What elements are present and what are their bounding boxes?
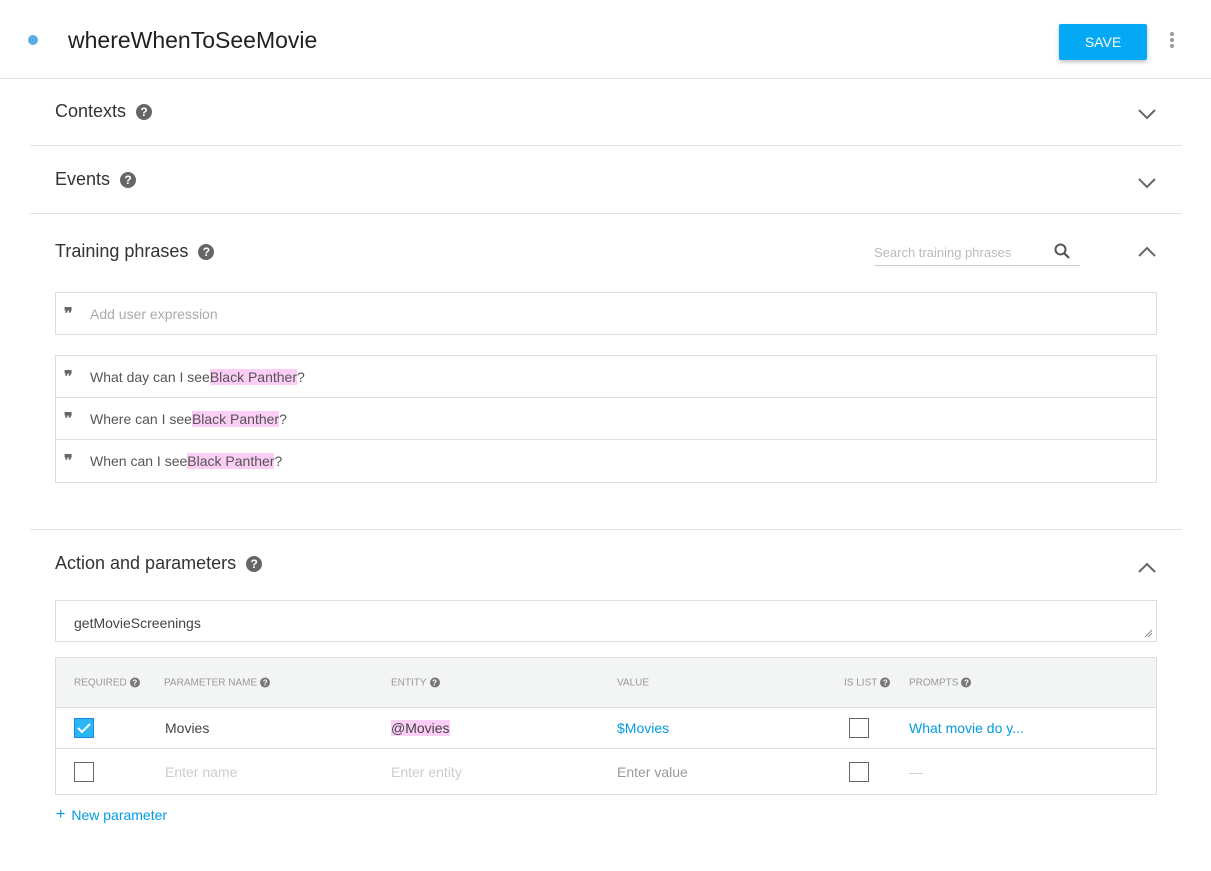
parameter-name[interactable]: Movies [165, 720, 209, 736]
chevron-up-icon[interactable] [1137, 562, 1157, 574]
action-name-value: getMovieScreenings [74, 615, 201, 631]
add-expression-input[interactable]: ❞ Add user expression [55, 292, 1157, 335]
col-parameter-name: PARAMETER NAME? [164, 677, 271, 688]
section-events[interactable]: Events? [55, 169, 137, 190]
divider [30, 145, 1182, 146]
chevron-down-icon[interactable] [1137, 177, 1157, 189]
col-prompts: PROMPTS? [909, 677, 972, 688]
col-entity: ENTITY? [391, 677, 440, 688]
help-icon[interactable]: ? [260, 677, 271, 688]
contexts-title: Contexts [55, 101, 127, 121]
training-phrase[interactable]: ❞ What day can I see Black Panther? [56, 356, 1156, 398]
entity-annotation[interactable]: Black Panther [191, 410, 280, 427]
parameter-entity[interactable]: @Movies [391, 720, 450, 736]
quote-icon: ❞ [64, 368, 73, 386]
help-icon[interactable]: ? [120, 171, 137, 188]
header-divider [0, 78, 1211, 79]
status-dot [28, 35, 38, 45]
chevron-down-icon[interactable] [1137, 108, 1157, 120]
col-is-list: IS LIST? [844, 677, 891, 688]
search-placeholder: Search training phrases [874, 245, 1012, 260]
action-title: Action and parameters [55, 553, 237, 573]
table-row: Movies @Movies $Movies What movie do y..… [56, 708, 1156, 749]
events-title: Events [55, 169, 111, 189]
search-icon[interactable] [1054, 243, 1070, 259]
phrase-text: ? [274, 453, 283, 469]
section-training-phrases: Training phrases? [55, 241, 215, 262]
required-checkbox[interactable] [74, 718, 94, 738]
help-icon[interactable]: ? [429, 677, 440, 688]
parameters-table: REQUIRED? PARAMETER NAME? ENTITY? VALUE … [55, 657, 1157, 795]
help-icon[interactable]: ? [961, 677, 972, 688]
intent-title: whereWhenToSeeMovie [68, 27, 318, 53]
parameter-name-input[interactable]: Enter name [165, 764, 237, 780]
table-header: REQUIRED? PARAMETER NAME? ENTITY? VALUE … [56, 658, 1156, 708]
is-list-checkbox[interactable] [849, 761, 869, 782]
divider [30, 213, 1182, 214]
phrase-text: What day can I see [90, 368, 210, 385]
new-parameter-link[interactable]: + New parameter [56, 806, 168, 824]
check-icon [77, 723, 91, 734]
search-training-input[interactable]: Search training phrases [874, 240, 1080, 266]
required-checkbox[interactable] [74, 761, 94, 782]
quote-icon: ❞ [64, 305, 73, 323]
help-icon[interactable]: ? [246, 555, 263, 572]
phrase-text: ? [279, 410, 287, 427]
phrase-text: Where can I see [90, 410, 192, 427]
help-icon[interactable]: ? [129, 677, 140, 688]
col-required: REQUIRED? [74, 677, 140, 688]
quote-icon: ❞ [64, 453, 73, 470]
plus-icon: + [56, 806, 66, 823]
action-name-input[interactable]: getMovieScreenings [55, 600, 1157, 642]
section-action-parameters: Action and parameters? [55, 553, 263, 574]
parameter-value-input[interactable]: Enter value [617, 764, 688, 780]
help-icon[interactable]: ? [136, 103, 153, 120]
more-options-icon[interactable] [1166, 30, 1178, 50]
add-expression-placeholder: Add user expression [90, 305, 218, 322]
training-title: Training phrases [55, 241, 189, 261]
parameter-entity-input[interactable]: Enter entity [391, 764, 462, 780]
section-contexts[interactable]: Contexts? [55, 101, 153, 122]
phrase-text: ? [297, 368, 305, 385]
col-value: VALUE [617, 677, 650, 688]
table-row: Enter name Enter entity Enter value — [56, 749, 1156, 794]
training-phrase-list: ❞ What day can I see Black Panther? ❞ Wher… [55, 355, 1157, 483]
parameter-prompts[interactable]: What movie do y... [909, 720, 1024, 736]
divider [30, 529, 1182, 530]
chevron-up-icon[interactable] [1137, 246, 1157, 258]
phrase-text: When can I see [90, 453, 188, 469]
training-phrase[interactable]: ❞ Where can I see Black Panther? [56, 398, 1156, 440]
parameter-value[interactable]: $Movies [617, 720, 669, 736]
entity-annotation[interactable]: Black Panther [209, 368, 298, 385]
resize-handle-icon[interactable] [1144, 629, 1153, 638]
new-parameter-label: New parameter [71, 807, 168, 823]
save-button[interactable]: SAVE [1059, 24, 1147, 60]
help-icon[interactable]: ? [198, 243, 215, 260]
training-phrase[interactable]: ❞ When can I see Black Panther? [56, 440, 1156, 482]
quote-icon: ❞ [64, 410, 73, 428]
parameter-prompts: — [909, 763, 923, 780]
entity-annotation[interactable]: Black Panther [187, 453, 275, 469]
help-icon[interactable]: ? [880, 677, 891, 688]
is-list-checkbox[interactable] [849, 718, 869, 738]
